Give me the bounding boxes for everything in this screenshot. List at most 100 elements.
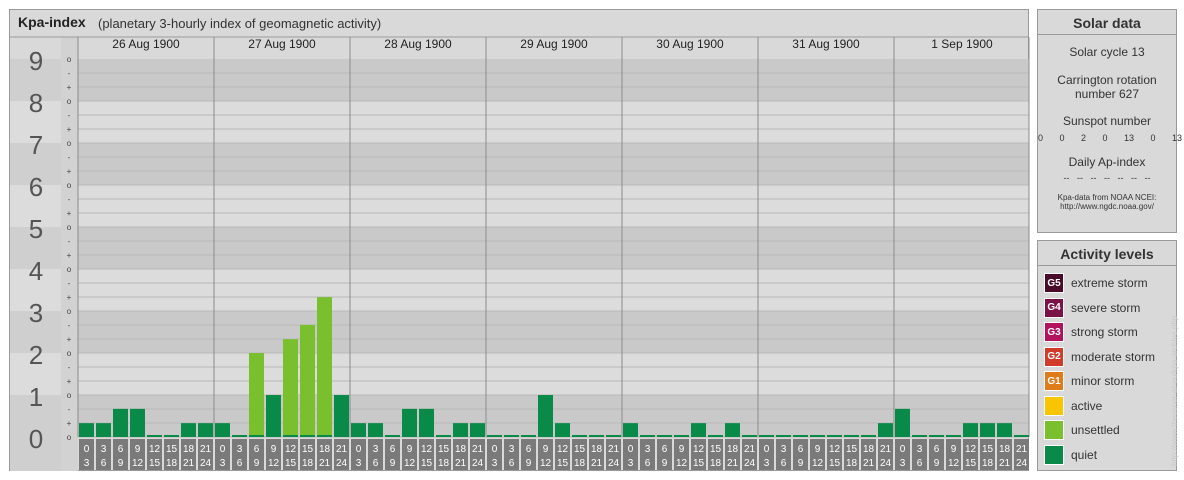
kp-bar [453, 423, 468, 437]
ap-values: -- -- -- -- -- -- -- [1063, 173, 1151, 183]
kp-bar-baseline [657, 435, 672, 437]
interval-end-label: 3 [628, 458, 634, 469]
interval-start-label: 3 [509, 444, 515, 455]
interval-start-label: 0 [356, 444, 362, 455]
interval-end-label: 9 [118, 458, 124, 469]
source-line-2: http://www.ngdc.noaa.gov/ [1060, 202, 1154, 211]
interval-start-label: 6 [798, 444, 804, 455]
activity-level-row: G5 extreme storm [1044, 273, 1148, 293]
interval-end-label: 3 [220, 458, 226, 469]
y-tick-label: 5 [29, 214, 43, 244]
plot-band [78, 101, 1029, 143]
kp-bar [623, 423, 638, 437]
interval-start-label: 9 [135, 444, 141, 455]
interval-end-label: 18 [982, 458, 994, 469]
y-tick-label: 0 [29, 424, 43, 454]
activity-level-row: G4 severe storm [1044, 297, 1140, 318]
kp-bar [283, 339, 298, 437]
kp-bar-baseline [385, 435, 400, 437]
ap-label: Daily Ap-index [1068, 155, 1146, 169]
kp-bar-baseline [79, 435, 94, 437]
interval-end-label: 15 [829, 458, 841, 469]
interval-start-label: 18 [319, 444, 331, 455]
y-sub-tick-label: o [67, 349, 72, 358]
interval-end-label: 12 [540, 458, 552, 469]
interval-start-label: 12 [557, 444, 569, 455]
kp-bar [419, 408, 434, 437]
interval-start-label: 0 [84, 444, 90, 455]
kp-bar-baseline [521, 435, 536, 437]
kp-bar-baseline [742, 435, 757, 437]
interval-end-label: 18 [438, 458, 450, 469]
activity-levels-panel: Activity levels G5 extreme storm G4 severe … [1037, 240, 1177, 471]
interval-end-label: 9 [254, 458, 260, 469]
interval-end-label: 9 [662, 458, 668, 469]
interval-start-label: 18 [863, 444, 875, 455]
kp-bar [980, 423, 995, 437]
interval-end-label: 12 [268, 458, 280, 469]
activity-level-swatch: G2 [1044, 346, 1064, 367]
interval-start-label: 9 [679, 444, 685, 455]
interval-end-label: 15 [693, 458, 705, 469]
y-sub-tick-label: - [68, 405, 71, 414]
interval-end-label: 3 [84, 458, 90, 469]
plot-band [78, 143, 1029, 185]
interval-end-label: 24 [336, 458, 348, 469]
y-sub-tick-label: - [68, 69, 71, 78]
interval-start-label: 15 [982, 444, 994, 455]
kp-bar [402, 408, 417, 437]
y-sub-tick-label: - [68, 363, 71, 372]
interval-end-label: 3 [356, 458, 362, 469]
interval-end-label: 12 [676, 458, 688, 469]
activity-level-swatch [1044, 444, 1064, 465]
interval-end-label: 21 [999, 458, 1011, 469]
interval-start-label: 6 [662, 444, 668, 455]
plot-band [78, 59, 1029, 101]
interval-start-label: 6 [390, 444, 396, 455]
kp-bar-baseline [1014, 435, 1029, 437]
interval-end-label: 15 [965, 458, 977, 469]
interval-end-label: 12 [132, 458, 144, 469]
carrington-line-2: number 627 [1074, 87, 1140, 101]
kp-bar-baseline [300, 435, 315, 437]
activity-level-row: active [1044, 395, 1102, 416]
activity-level-row: unsettled [1044, 420, 1120, 440]
kp-bar-baseline [470, 435, 485, 437]
interval-end-label: 9 [526, 458, 532, 469]
interval-end-label: 12 [948, 458, 960, 469]
interval-start-label: 12 [285, 444, 297, 455]
y-sub-tick-label: + [67, 83, 72, 92]
kpa-chart-panel: Kpa-index (planetary 3-hourly index of g… [9, 9, 1030, 471]
day-label: 1 Sep 1900 [931, 37, 993, 51]
activity-level-swatch: G1 [1044, 371, 1064, 391]
interval-start-label: 12 [693, 444, 705, 455]
kp-bar-baseline [980, 435, 995, 437]
interval-start-label: 18 [183, 444, 195, 455]
source-line-1: Kpa-data from NOAA NCEI: [1057, 193, 1157, 202]
interval-start-label: 21 [880, 444, 892, 455]
kp-bar-baseline [487, 435, 502, 437]
kp-bar [963, 423, 978, 437]
y-tick-label: 8 [29, 88, 43, 118]
solar-data-title: Solar data [1038, 10, 1176, 35]
kp-bar [198, 423, 213, 437]
kp-bar [181, 423, 196, 437]
activity-level-label: quiet [1071, 447, 1098, 462]
interval-start-label: 6 [118, 444, 124, 455]
interval-start-label: 6 [526, 444, 532, 455]
interval-end-label: 24 [744, 458, 756, 469]
interval-start-label: 15 [302, 444, 314, 455]
kp-bar [538, 395, 553, 437]
day-label: 27 Aug 1900 [248, 37, 316, 51]
kp-bar-baseline [538, 435, 553, 437]
day-label: 26 Aug 1900 [112, 37, 180, 51]
day-label: 28 Aug 1900 [384, 37, 452, 51]
y-sub-tick-label: + [67, 209, 72, 218]
credit-url: http://www.theusner-at-eu/kpa-archive.ph… [1170, 315, 1179, 466]
kp-bar [300, 324, 315, 437]
interval-end-label: 21 [863, 458, 875, 469]
kp-bar-baseline [589, 435, 604, 437]
activity-level-label: moderate storm [1071, 349, 1156, 364]
y-sub-tick-label: o [67, 391, 72, 400]
kp-bar-baseline [113, 435, 128, 437]
